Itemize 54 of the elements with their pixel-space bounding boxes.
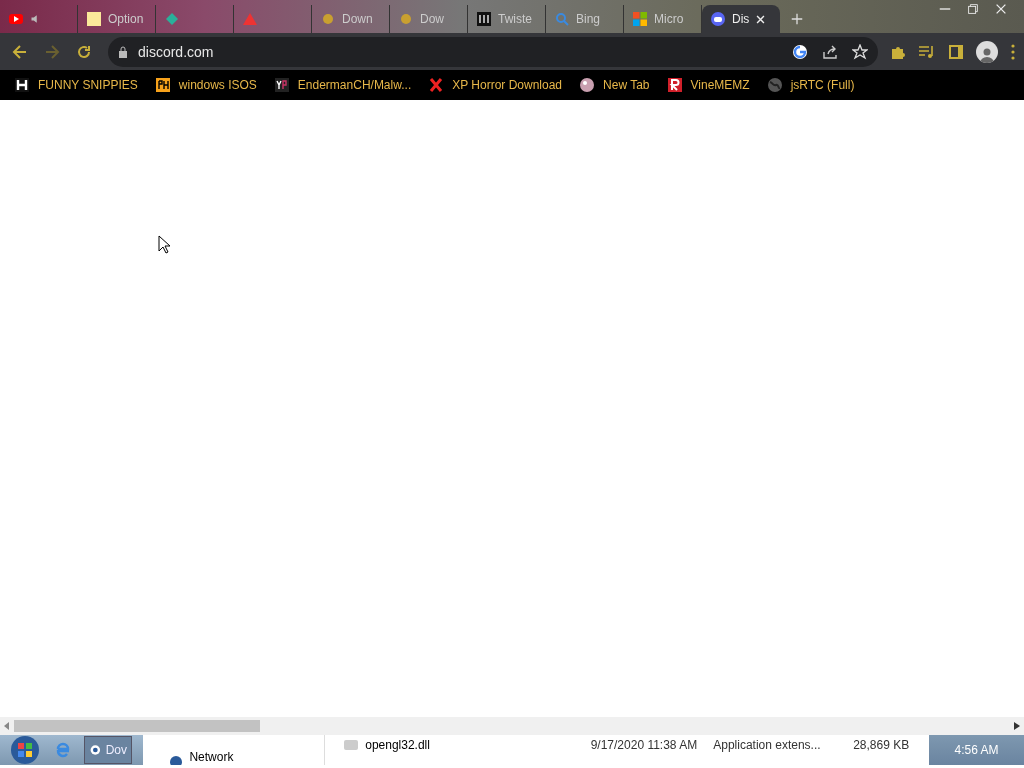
bookmark-link[interactable]: EndermanCH/Malw... (273, 77, 412, 93)
chat-bubble-icon (710, 11, 726, 27)
restore-icon[interactable] (966, 2, 980, 16)
x-mark-icon (428, 77, 445, 93)
four-squares-icon (632, 11, 648, 27)
close-icon (755, 13, 767, 25)
globe-icon (766, 77, 783, 93)
note-icon (86, 11, 102, 27)
network-icon (169, 755, 184, 765)
ball-icon (579, 77, 596, 93)
bookmark-link[interactable]: windows ISOS (154, 77, 257, 93)
nav-item[interactable]: Network (189, 750, 234, 764)
bookmark-link[interactable]: jsRTC (Full) (766, 77, 855, 93)
scroll-left-icon[interactable] (4, 722, 10, 730)
bookmark-link[interactable]: FUNNY SNIPPIES (14, 77, 138, 93)
share-icon[interactable] (822, 43, 838, 60)
file-size: 28,869 KB (852, 738, 910, 752)
play-icon (8, 11, 24, 27)
bookmark-link[interactable]: VineMEMZ (666, 77, 750, 93)
bookmark-link[interactable]: XP Horror Download (428, 77, 563, 93)
circle-icon (320, 11, 336, 27)
tab[interactable]: Dis (702, 5, 780, 33)
columns-icon (476, 11, 492, 27)
circle-icon (398, 11, 414, 27)
r-letter-icon (666, 77, 683, 93)
profile-avatar[interactable] (976, 40, 998, 63)
search-icon (554, 11, 570, 27)
new-tab-icon[interactable] (790, 12, 804, 26)
side-panel-icon[interactable] (948, 43, 964, 60)
scrollbar-thumb[interactable] (14, 720, 260, 732)
triangle-icon (242, 11, 258, 27)
back-arrow-icon[interactable] (11, 42, 29, 61)
google-icon[interactable] (792, 43, 808, 60)
h-letter-icon (14, 77, 30, 93)
scroll-right-icon[interactable] (1014, 722, 1020, 730)
ph-letters-icon (154, 77, 171, 93)
bookmark-link[interactable]: New Tab (579, 77, 650, 93)
square-letters-icon (273, 77, 290, 93)
lock-icon (118, 45, 128, 58)
close-icon[interactable] (994, 2, 1008, 16)
clock-text: 4:56 AM (954, 743, 999, 757)
diamond-icon (164, 11, 180, 27)
start-orb-icon[interactable] (8, 735, 42, 765)
file-type: Application extens... (712, 738, 822, 752)
url-text: discord.com (138, 43, 214, 60)
menu-icon[interactable] (1010, 43, 1016, 60)
star-icon[interactable] (852, 43, 868, 60)
address-bar[interactable]: discord.com (108, 36, 878, 67)
file-icon (343, 737, 360, 753)
mouse-cursor (158, 235, 171, 254)
playlist-icon[interactable] (918, 43, 936, 60)
file-name[interactable]: opengl32.dll (365, 738, 430, 752)
date-modified: 9/17/2020 11:38 AM (589, 738, 698, 752)
app-icon (89, 743, 102, 757)
